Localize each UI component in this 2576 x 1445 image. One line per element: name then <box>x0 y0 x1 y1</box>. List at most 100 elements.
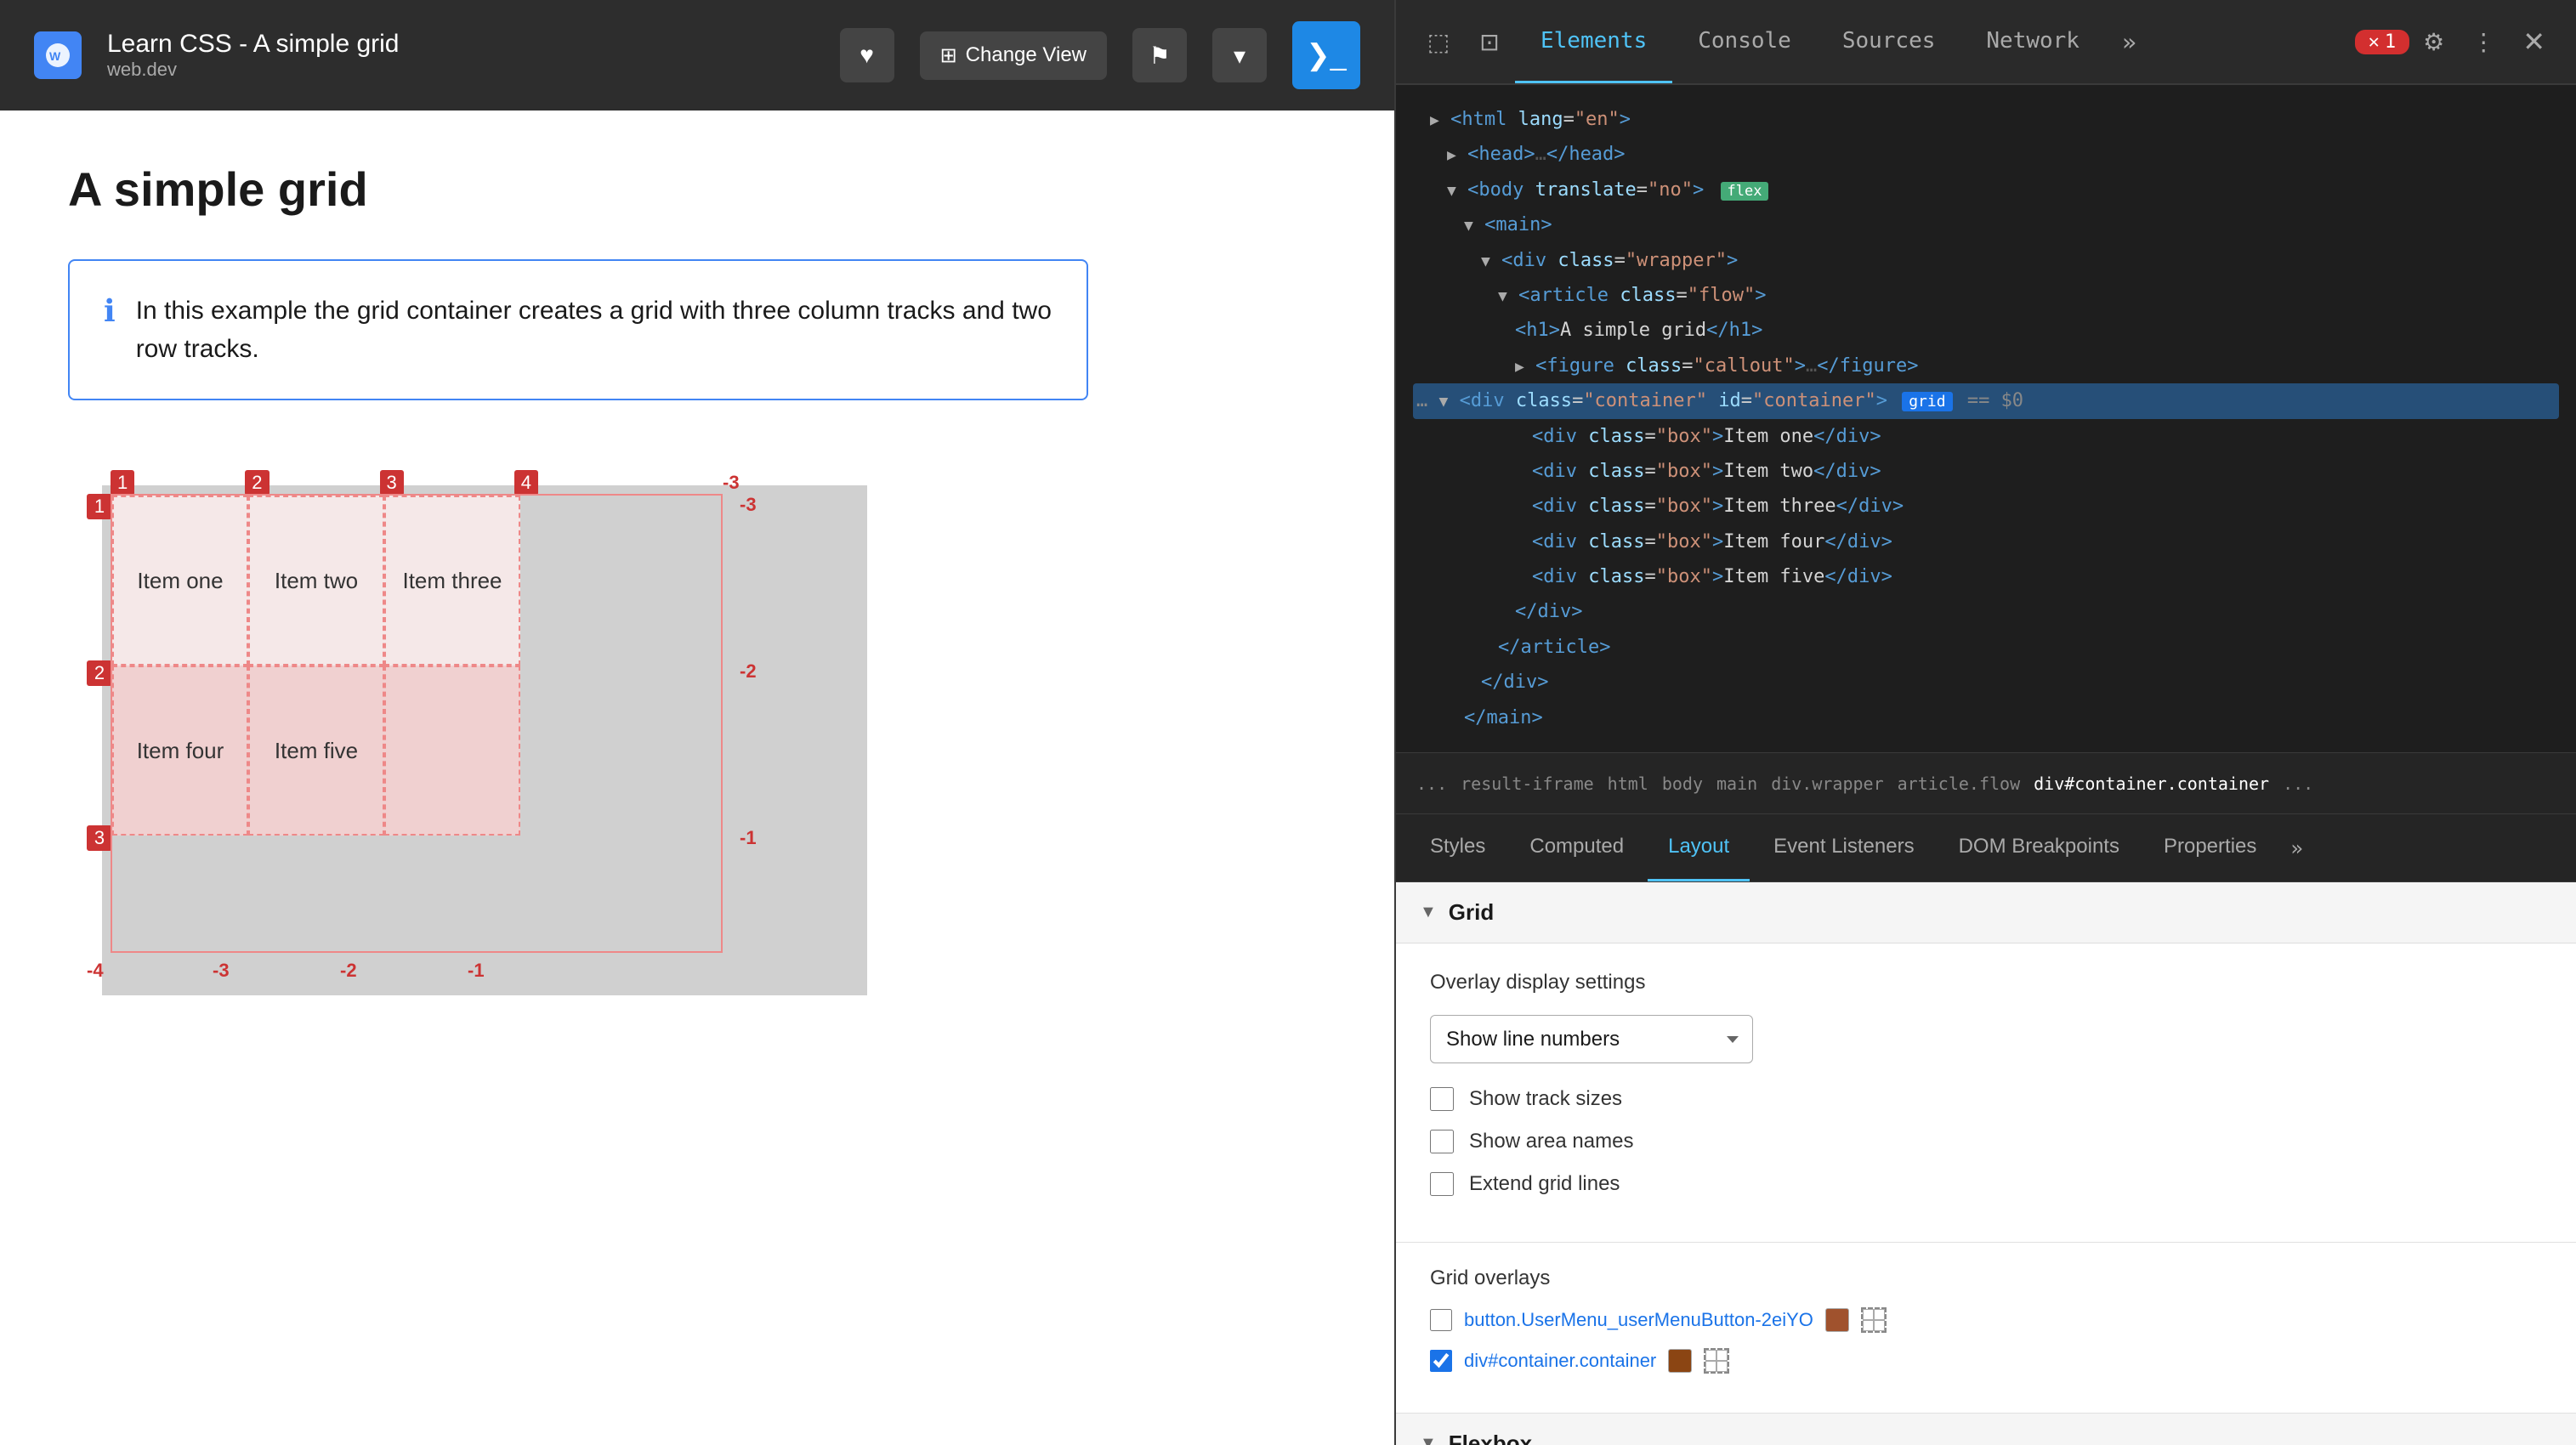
grid-item-5: Item five <box>248 666 384 836</box>
inner-tabs-more[interactable]: » <box>2280 836 2312 860</box>
tab-layout[interactable]: Layout <box>1648 814 1750 881</box>
row-num-3: 3 <box>87 825 112 851</box>
dom-h1-line[interactable]: <h1>A simple grid</h1> <box>1413 313 2559 348</box>
neg-row-2: -2 <box>740 660 757 683</box>
show-area-names-label[interactable]: Show area names <box>1469 1130 1633 1153</box>
dom-box4-line[interactable]: <div class="box">Item four</div> <box>1413 524 2559 559</box>
dom-close-main[interactable]: </main> <box>1413 700 2559 735</box>
extend-grid-lines-checkbox[interactable] <box>1430 1172 1454 1196</box>
error-badge[interactable]: ✕ 1 <box>2355 30 2410 54</box>
grid-item-empty <box>384 666 520 836</box>
flexbox-section-header[interactable]: ▼ Flexbox <box>1396 1414 2576 1445</box>
site-info: Learn CSS - A simple grid web.dev <box>107 30 400 81</box>
terminal-button[interactable]: ❯_ <box>1292 21 1360 89</box>
bookmark-button[interactable]: ⚑ <box>1132 28 1187 82</box>
tab-styles[interactable]: Styles <box>1410 814 1506 881</box>
dom-article-line[interactable]: ▼ <article class="flow"> <box>1413 278 2559 313</box>
col-numbers-top: 1 2 3 4 <box>111 470 538 496</box>
browser-panel: W Learn CSS - A simple grid web.dev ♥ ⊞ … <box>0 0 1394 1445</box>
col-num-1: 1 <box>111 470 134 496</box>
dom-body-line[interactable]: ▼ <body translate="no"> flex <box>1413 173 2559 207</box>
heart-button[interactable]: ♥ <box>840 28 894 82</box>
row-num-1: 1 <box>87 494 112 519</box>
tab-dom-breakpoints[interactable]: DOM Breakpoints <box>1938 814 2140 881</box>
dom-box2-line[interactable]: <div class="box">Item two</div> <box>1413 454 2559 489</box>
breadcrumb-result-iframe[interactable]: result-iframe <box>1454 770 1601 797</box>
svg-text:W: W <box>49 49 61 63</box>
breadcrumb-article-flow[interactable]: article.flow <box>1891 770 2028 797</box>
dom-close-wrapper[interactable]: </div> <box>1413 665 2559 700</box>
dom-figure-line[interactable]: ▶ <figure class="callout">…</figure> <box>1413 348 2559 383</box>
overlay-1-grid-icon[interactable] <box>1861 1307 1887 1333</box>
overlay-1-color[interactable] <box>1825 1308 1849 1332</box>
grid-section-header[interactable]: ▼ Grid <box>1396 882 2576 944</box>
show-track-sizes-label[interactable]: Show track sizes <box>1469 1087 1622 1111</box>
dom-main-line[interactable]: ▼ <main> <box>1413 207 2559 242</box>
devtools-tabs: ⬚ ⊡ Elements Console Sources Network » ✕… <box>1396 0 2576 85</box>
breadcrumb-div-wrapper[interactable]: div.wrapper <box>1764 770 1890 797</box>
more-tabs-button[interactable]: » <box>2105 28 2153 56</box>
overlay-1-name: button.UserMenu_userMenuButton-2eiYO <box>1464 1309 1813 1331</box>
grid-section-triangle: ▼ <box>1420 903 1437 922</box>
dom-box5-line[interactable]: <div class="box">Item five</div> <box>1413 559 2559 594</box>
dom-close-article[interactable]: </article> <box>1413 630 2559 665</box>
neg-col-3-bottom: -3 <box>213 960 230 982</box>
row-num-2: 2 <box>87 660 112 686</box>
show-area-names-checkbox[interactable] <box>1430 1130 1454 1153</box>
tab-console[interactable]: Console <box>1672 0 1817 83</box>
grid-item-2: Item two <box>248 496 384 666</box>
inspect-element-button[interactable]: ⬚ <box>1413 16 1464 67</box>
breadcrumb-container[interactable]: div#container.container <box>2027 770 2276 797</box>
overlay-item-2: div#container.container <box>1430 1348 2542 1374</box>
grid-section-title: Grid <box>1449 899 1494 926</box>
neg-col-2-bottom: -2 <box>340 960 357 982</box>
overlay-settings-label: Overlay display settings <box>1430 971 2542 994</box>
page-content: A simple grid ℹ In this example the grid… <box>0 110 1394 1445</box>
change-view-icon: ⊞ <box>940 43 957 68</box>
overlay-2-grid-icon[interactable] <box>1704 1348 1729 1374</box>
dropdown-row: Show line numbers Hide line numbers Show… <box>1430 1015 2542 1063</box>
tab-properties[interactable]: Properties <box>2143 814 2277 881</box>
tab-elements[interactable]: Elements <box>1515 0 1672 83</box>
layout-content: ▼ Grid Overlay display settings Show lin… <box>1396 882 2576 1445</box>
show-area-names-row: Show area names <box>1430 1130 2542 1153</box>
close-devtools-button[interactable]: ✕ <box>2509 26 2559 58</box>
change-view-button[interactable]: ⊞ Change View <box>920 31 1107 80</box>
dom-head-line[interactable]: ▶ <head>…</head> <box>1413 137 2559 172</box>
settings-gear-button[interactable]: ⚙ <box>2409 28 2458 56</box>
grid-demo: 1 2 3 4 -3 1 2 3 Item one Item two Item … <box>68 451 961 995</box>
breadcrumb-main[interactable]: main <box>1710 770 1764 797</box>
info-box: ℹ In this example the grid container cre… <box>68 259 1088 400</box>
breadcrumb-more[interactable]: ... <box>2276 770 2320 797</box>
col-num-3: 3 <box>380 470 404 496</box>
col-num-4: 4 <box>514 470 538 496</box>
tab-sources[interactable]: Sources <box>1817 0 1961 83</box>
grid-container-visual: Item one Item two Item three Item four I… <box>111 494 723 953</box>
dom-close-div[interactable]: </div> <box>1413 594 2559 629</box>
overlay-dropdown[interactable]: Show line numbers Hide line numbers Show… <box>1430 1015 1753 1063</box>
neg-row-1: -1 <box>740 827 757 849</box>
dom-container-line[interactable]: … ▼ <div class="container" id="container… <box>1413 383 2559 418</box>
overlay-1-checkbox[interactable] <box>1430 1309 1452 1331</box>
breadcrumb-html[interactable]: html <box>1601 770 1655 797</box>
overlay-2-name: div#container.container <box>1464 1350 1656 1372</box>
col-num-2: 2 <box>245 470 269 496</box>
extend-grid-lines-label[interactable]: Extend grid lines <box>1469 1172 1620 1196</box>
tab-event-listeners[interactable]: Event Listeners <box>1753 814 1934 881</box>
overlay-2-checkbox[interactable] <box>1430 1350 1452 1372</box>
dom-wrapper-line[interactable]: ▼ <div class="wrapper"> <box>1413 243 2559 278</box>
tab-computed[interactable]: Computed <box>1509 814 1644 881</box>
overlay-2-color[interactable] <box>1668 1349 1692 1373</box>
dom-box3-line[interactable]: <div class="box">Item three</div> <box>1413 489 2559 524</box>
more-options-button[interactable]: ⋮ <box>2458 28 2509 56</box>
device-mode-button[interactable]: ⊡ <box>1464 16 1515 67</box>
dom-html-line[interactable]: ▶ <html lang="en"> <box>1413 102 2559 137</box>
breadcrumb-body[interactable]: body <box>1655 770 1710 797</box>
tab-network[interactable]: Network <box>1960 0 2105 83</box>
show-track-sizes-checkbox[interactable] <box>1430 1087 1454 1111</box>
breadcrumb-ellipsis[interactable]: ... <box>1410 770 1454 797</box>
dom-box1-line[interactable]: <div class="box">Item one</div> <box>1413 419 2559 454</box>
dropdown-button[interactable]: ▾ <box>1212 28 1267 82</box>
show-track-sizes-row: Show track sizes <box>1430 1087 2542 1111</box>
error-x-icon: ✕ <box>2369 31 2380 53</box>
